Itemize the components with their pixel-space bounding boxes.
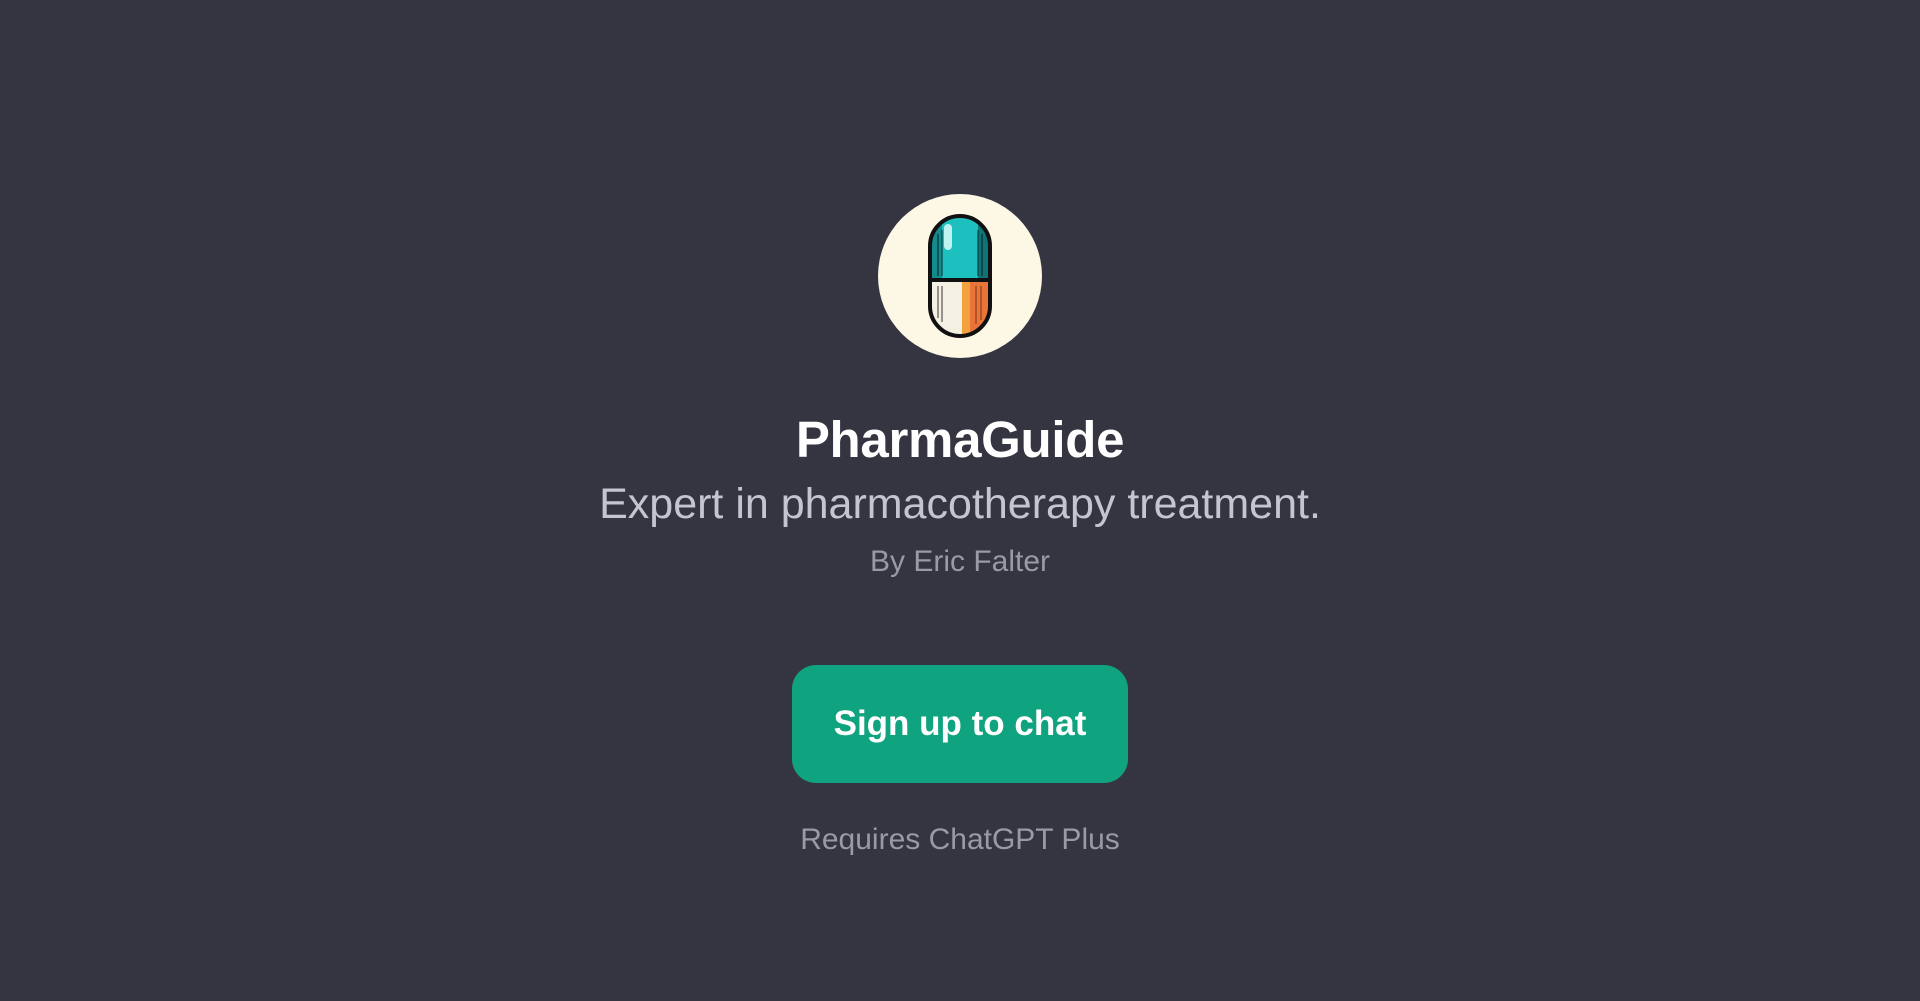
gpt-landing-page: PharmaGuide Expert in pharmacotherapy tr… xyxy=(0,0,1920,1001)
capsule-pill-icon xyxy=(928,214,992,338)
gpt-title: PharmaGuide xyxy=(795,411,1125,468)
requirement-note: Requires ChatGPT Plus xyxy=(800,823,1120,856)
sign-up-to-chat-button[interactable]: Sign up to chat xyxy=(792,665,1128,783)
gpt-avatar xyxy=(878,194,1042,358)
gpt-description: Expert in pharmacotherapy treatment. xyxy=(599,480,1321,528)
gpt-author: By Eric Falter xyxy=(869,545,1051,578)
